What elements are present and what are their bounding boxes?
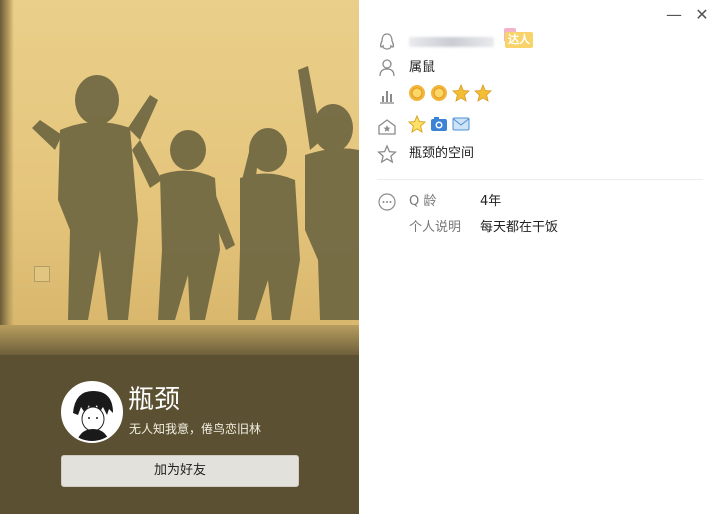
divider	[377, 179, 703, 180]
space-link[interactable]: 瓶颈的空间	[409, 145, 474, 163]
bar-chart-icon	[380, 91, 394, 104]
close-button[interactable]: ✕	[691, 4, 713, 26]
bio-label: 个人说明	[409, 220, 462, 235]
more-dots-icon[interactable]	[377, 192, 397, 212]
yellow-star-service-icon[interactable]	[408, 115, 426, 133]
avatar[interactable]	[61, 381, 123, 443]
mail-service-icon[interactable]	[452, 115, 470, 133]
star-level-icon[interactable]	[474, 84, 492, 102]
level-row	[359, 84, 720, 108]
camera-service-icon[interactable]	[430, 115, 448, 133]
account-row: 达人	[359, 28, 720, 54]
star-level-icon[interactable]	[452, 84, 470, 102]
vip-badge: 达人	[505, 32, 533, 48]
profile-info-panel: — ✕ 达人 属鼠 瓶颈的空间 Q 龄 4年 个人说明 每天都在干饭	[359, 0, 720, 514]
sun-level-icon[interactable]	[408, 84, 426, 102]
zodiac-row: 属鼠	[359, 56, 720, 80]
star-outline-icon	[377, 144, 397, 164]
house-star-icon	[378, 119, 396, 135]
qq-number-redacted	[409, 37, 494, 47]
q-age-label: Q 龄	[409, 194, 437, 209]
nickname: 瓶颈	[128, 385, 181, 415]
space-row[interactable]: 瓶颈的空间	[359, 142, 720, 166]
q-age-row: Q 龄 4年	[359, 190, 720, 214]
bio-value: 每天都在干饭	[480, 220, 559, 235]
sun-level-icon[interactable]	[430, 84, 448, 102]
signature: 无人知我意，倦鸟恋旧林	[129, 422, 262, 436]
profile-cover-panel: 瓶颈 无人知我意，倦鸟恋旧林 加为好友	[0, 0, 359, 514]
avatar-image	[63, 383, 121, 441]
person-icon	[379, 59, 395, 77]
q-age-value: 4年	[480, 194, 502, 209]
cover-photo-floor	[0, 325, 359, 355]
cover-photo	[0, 0, 359, 355]
add-friend-button[interactable]: 加为好友	[61, 455, 299, 487]
minimize-button[interactable]: —	[663, 4, 685, 26]
zodiac-text: 属鼠	[409, 60, 436, 75]
qq-penguin-icon	[379, 33, 395, 50]
bio-row: 个人说明 每天都在干饭	[359, 218, 720, 242]
services-row	[359, 115, 720, 139]
silhouettes-illustration	[32, 66, 359, 320]
